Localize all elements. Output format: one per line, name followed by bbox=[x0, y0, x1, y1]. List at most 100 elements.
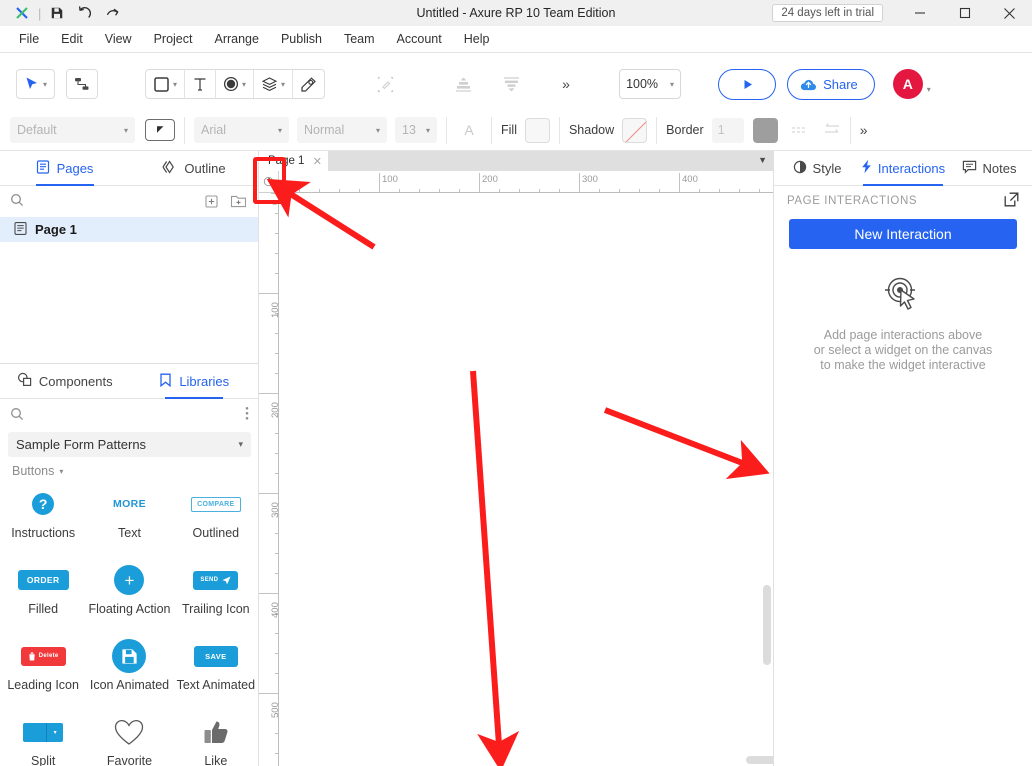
library-widget-floating-action[interactable]: + Floating Action bbox=[86, 557, 172, 631]
redo-icon[interactable] bbox=[99, 2, 127, 24]
style-value: Default bbox=[17, 123, 57, 137]
menu-item-file[interactable]: File bbox=[8, 28, 50, 50]
distribute-icon[interactable] bbox=[496, 69, 527, 99]
tab-libraries[interactable]: Libraries bbox=[130, 364, 260, 398]
canvas-area[interactable]: Page 1 ✕ ▼ 100 200 300 400 100 200 300 4… bbox=[259, 151, 773, 766]
library-widget-leading-icon[interactable]: Delete Leading Icon bbox=[0, 633, 86, 707]
pages-icon bbox=[36, 159, 50, 177]
kebab-menu-icon[interactable] bbox=[245, 406, 249, 424]
canvas-vertical-scrollbar[interactable] bbox=[761, 193, 772, 766]
transform-icon[interactable] bbox=[370, 69, 401, 99]
text-tool-icon[interactable] bbox=[184, 70, 215, 98]
menu-item-team[interactable]: Team bbox=[333, 28, 386, 50]
font-weight-select[interactable]: Normal ▾ bbox=[297, 117, 387, 143]
library-widget-outlined[interactable]: COMPARE Outlined bbox=[173, 481, 259, 555]
layers-icon[interactable]: ▾ bbox=[253, 70, 292, 98]
rectangle-icon[interactable]: ▾ bbox=[146, 70, 184, 98]
menu-item-help[interactable]: Help bbox=[453, 28, 501, 50]
page-list-item-page-1[interactable]: Page 1 bbox=[0, 217, 258, 242]
trial-badge[interactable]: 24 days left in trial bbox=[772, 4, 883, 22]
undo-icon[interactable] bbox=[71, 2, 99, 24]
library-widget-filled[interactable]: ORDER Filled bbox=[0, 557, 86, 631]
cursor-select-icon[interactable]: ▾ bbox=[17, 70, 54, 98]
library-widget-text-animated[interactable]: SAVE Text Animated bbox=[173, 633, 259, 707]
chevron-down-icon: ▾ bbox=[242, 79, 247, 89]
vertical-scrollbar-thumb[interactable] bbox=[763, 585, 771, 665]
library-widget-text[interactable]: MORE Text bbox=[86, 481, 172, 555]
fill-swatch[interactable] bbox=[524, 117, 550, 143]
ruler-origin-toggle-top[interactable] bbox=[259, 171, 279, 193]
menu-item-edit[interactable]: Edit bbox=[50, 28, 94, 50]
menu-item-account[interactable]: Account bbox=[386, 28, 453, 50]
tab-outline[interactable]: Outline bbox=[129, 151, 258, 185]
library-widget-favorite[interactable]: Favorite bbox=[86, 709, 172, 766]
save-disk-circle-icon bbox=[112, 633, 147, 679]
zoom-select[interactable]: 100% ▾ bbox=[619, 69, 682, 99]
menu-item-publish[interactable]: Publish bbox=[270, 28, 333, 50]
chevron-down-icon[interactable]: ▾ bbox=[927, 85, 931, 94]
library-widget-label: Text Animated bbox=[176, 678, 256, 692]
tab-pages-label: Pages bbox=[56, 160, 94, 176]
save-icon[interactable] bbox=[43, 2, 71, 24]
text-color-button[interactable]: A bbox=[456, 122, 482, 138]
library-select[interactable]: Sample Form Patterns ▾ bbox=[8, 432, 251, 457]
new-interaction-button[interactable]: New Interaction bbox=[789, 219, 1017, 249]
align-icon[interactable] bbox=[448, 69, 479, 99]
preview-button[interactable] bbox=[718, 68, 777, 100]
library-widget-trailing-icon[interactable]: SEND Trailing Icon bbox=[173, 557, 259, 631]
tab-notes-label: Notes bbox=[982, 160, 1017, 176]
dashed-line-icon[interactable] bbox=[791, 123, 809, 138]
font-size-select[interactable]: 13 ▾ bbox=[395, 117, 437, 143]
style-target-icon[interactable] bbox=[145, 119, 175, 141]
library-widget-instructions[interactable]: ? Instructions bbox=[0, 481, 86, 555]
pen-icon[interactable] bbox=[292, 70, 324, 98]
library-group-header[interactable]: Buttons ▾ bbox=[0, 457, 259, 481]
library-widget-label: Floating Action bbox=[88, 602, 171, 616]
library-widget-icon-animated[interactable]: Icon Animated bbox=[86, 633, 172, 707]
axure-logo-icon[interactable] bbox=[8, 2, 36, 24]
account-avatar-group[interactable]: A ▾ bbox=[892, 69, 931, 99]
close-button[interactable] bbox=[987, 0, 1032, 26]
connector-icon[interactable] bbox=[67, 70, 97, 98]
close-icon[interactable]: ✕ bbox=[313, 155, 322, 168]
tab-pages[interactable]: Pages bbox=[0, 151, 129, 185]
page-tab-overflow-caret-icon[interactable]: ▼ bbox=[758, 155, 767, 165]
tab-notes[interactable]: Notes bbox=[946, 151, 1032, 185]
search-icon[interactable] bbox=[10, 407, 24, 424]
shadow-swatch[interactable] bbox=[622, 117, 648, 143]
minimize-button[interactable] bbox=[897, 0, 942, 26]
canvas-horizontal-scrollbar[interactable] bbox=[279, 754, 773, 765]
add-page-icon[interactable] bbox=[202, 192, 221, 211]
horizontal-ruler[interactable]: 100 200 300 400 bbox=[279, 171, 773, 193]
add-folder-icon[interactable] bbox=[229, 192, 248, 211]
lightning-bolt-icon bbox=[861, 159, 872, 177]
search-icon[interactable] bbox=[10, 193, 24, 210]
connector-tool-group[interactable] bbox=[66, 69, 99, 99]
maximize-button[interactable] bbox=[942, 0, 987, 26]
format-overflow-button[interactable]: » bbox=[860, 122, 868, 138]
avatar[interactable]: A bbox=[892, 69, 923, 99]
horizontal-scrollbar-thumb[interactable] bbox=[746, 756, 773, 764]
arrow-style-icon[interactable] bbox=[823, 122, 841, 139]
canvas-surface[interactable] bbox=[279, 193, 773, 766]
vertical-ruler[interactable]: 0 100 200 300 400 500 bbox=[259, 193, 279, 766]
select-tool-group[interactable]: ▾ bbox=[16, 69, 56, 99]
border-color-swatch[interactable] bbox=[752, 117, 778, 143]
share-button[interactable]: Share bbox=[787, 68, 875, 100]
menu-bar: File Edit View Project Arrange Publish T… bbox=[0, 26, 1032, 53]
menu-item-view[interactable]: View bbox=[94, 28, 143, 50]
open-external-icon[interactable] bbox=[1004, 192, 1019, 210]
tab-components[interactable]: Components bbox=[0, 364, 130, 398]
menu-item-project[interactable]: Project bbox=[143, 28, 204, 50]
toolbar-overflow-button[interactable]: » bbox=[551, 69, 582, 99]
filled-circle-icon[interactable]: ▾ bbox=[215, 70, 253, 98]
menu-item-arrange[interactable]: Arrange bbox=[203, 28, 269, 50]
tab-interactions[interactable]: Interactions bbox=[860, 151, 946, 185]
style-select[interactable]: Default ▾ bbox=[10, 117, 135, 143]
font-family-select[interactable]: Arial ▾ bbox=[194, 117, 289, 143]
border-width-input[interactable]: 1 bbox=[711, 117, 744, 143]
library-widget-like[interactable]: Like bbox=[173, 709, 259, 766]
tab-style[interactable]: Style bbox=[774, 151, 860, 185]
page-tab-page-1[interactable]: Page 1 ✕ bbox=[259, 151, 328, 171]
library-widget-split[interactable]: ▾ Split bbox=[0, 709, 86, 766]
